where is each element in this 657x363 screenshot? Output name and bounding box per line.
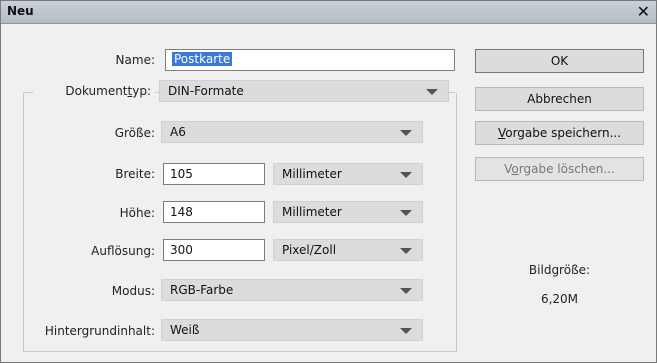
- mode-value: RGB-Farbe: [170, 283, 234, 297]
- width-unit-value: Millimeter: [282, 167, 342, 181]
- width-label: Breite:: [115, 167, 155, 181]
- image-size-label: Bildgröße:: [528, 263, 591, 277]
- resolution-label: Auflösung:: [91, 244, 155, 258]
- image-size-value: 6,20M: [540, 292, 579, 306]
- height-input[interactable]: [163, 201, 265, 223]
- background-label: Hintergrundinhalt:: [44, 324, 155, 338]
- height-unit-value: Millimeter: [282, 205, 342, 219]
- size-value: A6: [170, 125, 186, 139]
- ok-button[interactable]: OK: [475, 49, 644, 73]
- documenttype-value: DIN-Formate: [168, 84, 244, 98]
- documenttype-label: Dokumenttyp:: [65, 84, 151, 98]
- documenttype-select[interactable]: DIN-Formate: [159, 80, 449, 102]
- chevron-down-icon: [400, 210, 412, 216]
- resolution-unit-value: Pixel/Zoll: [282, 243, 337, 257]
- size-select[interactable]: A6: [161, 121, 423, 143]
- height-unit-select[interactable]: Millimeter: [273, 201, 423, 223]
- dialog-title: Neu: [7, 4, 34, 18]
- chevron-down-icon: [426, 89, 438, 95]
- width-unit-select[interactable]: Millimeter: [273, 163, 423, 185]
- chevron-down-icon: [400, 328, 412, 334]
- mode-label: Modus:: [111, 284, 155, 298]
- chevron-down-icon: [400, 172, 412, 178]
- background-select[interactable]: Weiß: [161, 319, 423, 341]
- size-label: Größe:: [114, 126, 155, 140]
- mode-select[interactable]: RGB-Farbe: [161, 279, 423, 301]
- resolution-unit-select[interactable]: Pixel/Zoll: [273, 239, 423, 261]
- height-label: Höhe:: [119, 206, 155, 220]
- name-value: Postkarte: [172, 52, 233, 66]
- chevron-down-icon: [400, 248, 412, 254]
- delete-preset-button[interactable]: Vorgabe löschen...: [475, 157, 644, 181]
- name-field[interactable]: Postkarte: [165, 49, 455, 71]
- save-preset-button[interactable]: Vorgabe speichern...: [475, 121, 644, 145]
- resolution-input[interactable]: [163, 239, 265, 261]
- title-bar: Neu ✕: [1, 1, 656, 24]
- cancel-button[interactable]: Abbrechen: [475, 87, 644, 111]
- chevron-down-icon: [400, 288, 412, 294]
- width-input[interactable]: [163, 163, 265, 185]
- name-label: Name:: [115, 53, 155, 67]
- chevron-down-icon: [400, 130, 412, 136]
- new-document-dialog: Neu ✕ Name: Postkarte Dokumenttyp: DIN-F…: [0, 0, 657, 363]
- background-value: Weiß: [170, 323, 200, 337]
- close-icon[interactable]: ✕: [637, 2, 650, 21]
